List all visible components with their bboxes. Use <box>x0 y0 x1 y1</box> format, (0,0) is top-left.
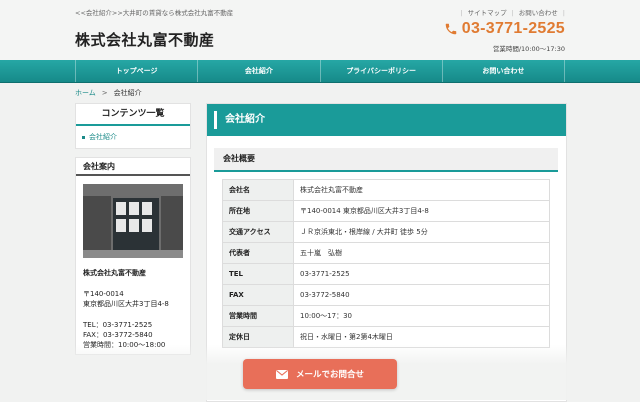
main-title-bar: 会社紹介 <box>207 104 566 136</box>
site-title[interactable]: 株式会社丸富不動産 <box>75 29 215 50</box>
breadcrumb: ホーム > 会社紹介 <box>75 88 142 98</box>
sidebar-fax: FAX：03-3772-5840 <box>83 331 153 339</box>
row-value: 〒140-0014 東京都品川区大井3丁目4-8 <box>293 200 550 222</box>
link-divider: | <box>562 9 565 17</box>
phone-number: 03-3771-2525 <box>461 20 565 37</box>
nav-items: トップページ 会社紹介 プライバシーポリシー お問い合わせ <box>75 60 565 82</box>
row-key: TEL <box>222 263 294 285</box>
section-heading: 会社概要 <box>214 148 558 172</box>
row-value: 03-3771-2525 <box>293 263 550 285</box>
nav-company[interactable]: 会社紹介 <box>197 60 319 82</box>
photo-poster <box>116 202 126 215</box>
table-row: 代表者 五十嵐 弘樹 <box>222 242 550 264</box>
mail-contact-label: メールでお問合せ <box>295 370 364 380</box>
row-value: 03-3772-5840 <box>293 284 550 306</box>
photo-poster <box>142 219 152 232</box>
contents-title: コンテンツ一覧 <box>76 104 190 126</box>
contact-link[interactable]: お問い合わせ <box>514 9 563 17</box>
contents-item-company[interactable]: 会社紹介 <box>82 132 117 142</box>
sidebar-postal: 〒140-0014 <box>83 290 124 298</box>
page-title: 会社紹介 <box>225 114 265 125</box>
photo-poster <box>129 219 139 232</box>
row-key: 営業時間 <box>222 305 294 327</box>
row-key: FAX <box>222 284 294 306</box>
breadcrumb-home[interactable]: ホーム <box>75 89 96 97</box>
nav-contact[interactable]: お問い合わせ <box>441 60 565 82</box>
table-row: 交通アクセス ＪＲ京浜東北・根岸線 / 大井町 徒歩 5分 <box>222 221 550 243</box>
company-table: 会社名 株式会社丸富不動産 所在地 〒140-0014 東京都品川区大井3丁目4-8… <box>222 179 550 348</box>
row-key: 会社名 <box>222 179 294 201</box>
header-tagline: <<会社紹介>>大井町の賃貸なら株式会社丸富不動産 <box>75 9 234 17</box>
nav-privacy[interactable]: プライバシーポリシー <box>319 60 442 82</box>
photo-wall <box>83 184 183 196</box>
row-value: 株式会社丸富不動産 <box>293 179 550 201</box>
title-accent <box>214 111 217 129</box>
phone-block[interactable]: 03-3771-2525 <box>444 20 565 38</box>
photo-floor <box>83 250 183 258</box>
breadcrumb-current: 会社紹介 <box>113 89 142 97</box>
sidebar-address: 東京都品川区大井3丁目4-8 <box>83 300 169 308</box>
table-row: 所在地 〒140-0014 東京都品川区大井3丁目4-8 <box>222 200 550 222</box>
sidebar-tel: TEL：03-3771-2525 <box>83 321 153 329</box>
contents-item-label: 会社紹介 <box>89 133 117 141</box>
nav-top-page[interactable]: トップページ <box>75 60 197 82</box>
row-key: 所在地 <box>222 200 294 222</box>
bullet-icon <box>82 135 85 139</box>
table-row: 会社名 株式会社丸富不動産 <box>222 179 550 201</box>
contents-box: コンテンツ一覧 会社紹介 <box>75 103 191 149</box>
row-key: 交通アクセス <box>222 221 294 243</box>
table-row: 営業時間 10:00～17：30 <box>222 305 550 327</box>
mail-icon <box>275 369 288 379</box>
table-row: FAX 03-3772-5840 <box>222 284 550 306</box>
row-key: 代表者 <box>222 242 294 264</box>
photo-poster <box>142 202 152 215</box>
row-value: ＪＲ京浜東北・根岸線 / 大井町 徒歩 5分 <box>293 221 550 243</box>
photo-poster <box>116 219 126 232</box>
section-title: 会社概要 <box>223 154 255 163</box>
sitemap-link[interactable]: サイトマップ <box>463 9 512 17</box>
main-nav: トップページ 会社紹介 プライバシーポリシー お問い合わせ <box>0 60 640 83</box>
site-header: <<会社紹介>>大井町の賃貸なら株式会社丸富不動産 株式会社丸富不動産 | サイト… <box>0 0 640 60</box>
photo-poster <box>129 202 139 215</box>
page: <<会社紹介>>大井町の賃貸なら株式会社丸富不動産 株式会社丸富不動産 | サイト… <box>0 0 640 402</box>
company-info-box: 会社案内 株式会社丸富不動産 〒140-0014 東京都品川区大井3丁目4-8 … <box>75 157 191 355</box>
breadcrumb-separator: > <box>101 89 108 97</box>
table-row: TEL 03-3771-2525 <box>222 263 550 285</box>
company-info-title: 会社案内 <box>76 158 190 176</box>
header-links: | サイトマップ | お問い合わせ | <box>460 7 565 17</box>
row-value: 10:00～17：30 <box>293 305 550 327</box>
row-value: 五十嵐 弘樹 <box>293 242 550 264</box>
mail-contact-button[interactable]: メールでお問合せ <box>243 359 397 389</box>
phone-icon <box>445 23 456 35</box>
storefront-photo <box>83 184 183 258</box>
sidebar-company-name: 株式会社丸富不動産 <box>83 269 146 277</box>
header-hours: 営業時間/10:00〜17:30 <box>492 45 565 53</box>
